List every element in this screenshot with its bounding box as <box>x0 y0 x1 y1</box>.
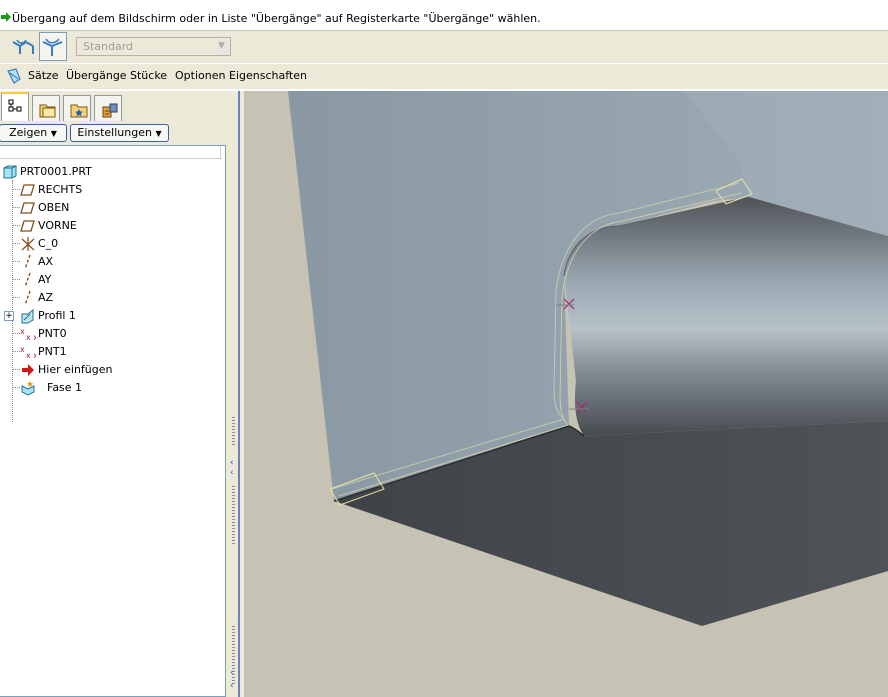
favorites-icon <box>70 104 88 118</box>
datum-axis-icon <box>24 254 31 270</box>
combo-value: Standard <box>83 40 134 53</box>
message-bar: Übergang auf dem Bildschirm oder in List… <box>0 0 888 31</box>
tree-item-label: VORNE <box>38 219 77 232</box>
collapse-left-icon[interactable]: ‹ <box>230 668 234 678</box>
datum-plane-icon <box>20 184 35 196</box>
round-set-icon[interactable] <box>10 34 36 60</box>
collapse-left-icon[interactable]: ‹ <box>230 468 234 478</box>
dashboard-menubar: Sätze Übergänge Stücke Optionen Eigensch… <box>0 64 888 89</box>
tree-item-label: AY <box>38 273 52 286</box>
tree-item-label: RECHTS <box>38 183 83 196</box>
datum-point-icon: xx x <box>20 345 36 360</box>
expand-plus-icon[interactable]: + <box>4 311 14 321</box>
sketch-icon <box>21 308 34 324</box>
settings-button-label: Einstellungen <box>77 126 152 139</box>
green-arrow-icon <box>1 12 11 22</box>
datum-axis-icon <box>24 272 31 288</box>
chevron-down-icon[interactable]: ▼ <box>214 39 229 54</box>
svg-text:x: x <box>20 345 25 354</box>
tree-column-header <box>0 146 222 159</box>
tree-item-label: AX <box>38 255 54 268</box>
triangle-down-icon: ▼ <box>50 129 57 138</box>
menu-uebergaenge[interactable]: Übergänge <box>66 69 127 82</box>
tree-item-label: PNT0 <box>38 327 67 340</box>
tree-root-label: PRT0001.PRT <box>20 165 92 178</box>
triangle-down-icon: ▼ <box>155 129 162 138</box>
collapse-left-icon[interactable]: ‹ <box>230 458 234 468</box>
tree-item-label: Hier einfügen <box>38 363 113 376</box>
tab-connections[interactable] <box>94 95 122 121</box>
menu-optionen[interactable]: Optionen <box>175 69 225 82</box>
coordinate-system-icon <box>21 237 35 251</box>
tree-item-label: Profil 1 <box>38 309 76 322</box>
round-transition-icon <box>42 38 63 56</box>
tree-item-label: C_0 <box>38 237 59 250</box>
menu-saetze[interactable]: Sätze <box>28 69 59 82</box>
message-text: Übergang auf dem Bildschirm oder in List… <box>12 12 541 25</box>
navigator-tabs <box>0 91 235 121</box>
tree-item-label: AZ <box>38 291 54 304</box>
tab-folder-browser[interactable] <box>32 95 60 121</box>
datum-axis-icon <box>24 290 31 306</box>
menu-eigenschaften[interactable]: Eigenschaften <box>229 69 307 82</box>
menu-stuecke[interactable]: Stücke <box>130 69 167 82</box>
datum-plane-icon <box>20 220 35 232</box>
tree-item-label: Fase 1 <box>47 381 83 394</box>
model-tree: PRT0001.PRT RECHTS OBEN VORNE C_0 AX AY … <box>0 145 226 697</box>
show-button[interactable]: Zeigen ▼ <box>0 124 67 142</box>
tree-connector <box>12 180 13 422</box>
tree-item-label: PNT1 <box>38 345 67 358</box>
insert-here-arrow-icon <box>22 364 34 376</box>
show-button-label: Zeigen <box>9 126 48 139</box>
part-icon <box>3 165 17 179</box>
datum-point-icon: xx x <box>20 327 36 342</box>
round-feature-icon <box>7 68 21 84</box>
tree-button-row: Zeigen ▼ Einstellungen ▼ <box>0 121 228 145</box>
svg-text:x x: x x <box>26 333 36 342</box>
settings-button[interactable]: Einstellungen ▼ <box>70 124 169 142</box>
navigator-splitter[interactable]: ‹ ‹ › › ‹ ‹ <box>228 91 244 697</box>
tree-item-label: OBEN <box>38 201 70 214</box>
svg-text:x x: x x <box>26 351 36 360</box>
chamfer-icon <box>21 381 35 396</box>
model-tree-icon <box>8 99 22 112</box>
tab-model-tree[interactable] <box>1 92 29 121</box>
folder-browser-icon <box>39 104 56 118</box>
transition-type-combo[interactable]: Standard ▼ <box>76 37 231 56</box>
svg-text:x: x <box>20 327 25 336</box>
connections-icon <box>102 103 118 118</box>
graphics-window[interactable] <box>244 91 888 697</box>
round-transition-button[interactable] <box>39 32 67 61</box>
3d-model-view[interactable] <box>244 91 888 697</box>
collapse-left-icon[interactable]: ‹ <box>230 681 234 691</box>
tab-favorites[interactable] <box>63 95 91 121</box>
datum-plane-icon <box>20 202 35 214</box>
